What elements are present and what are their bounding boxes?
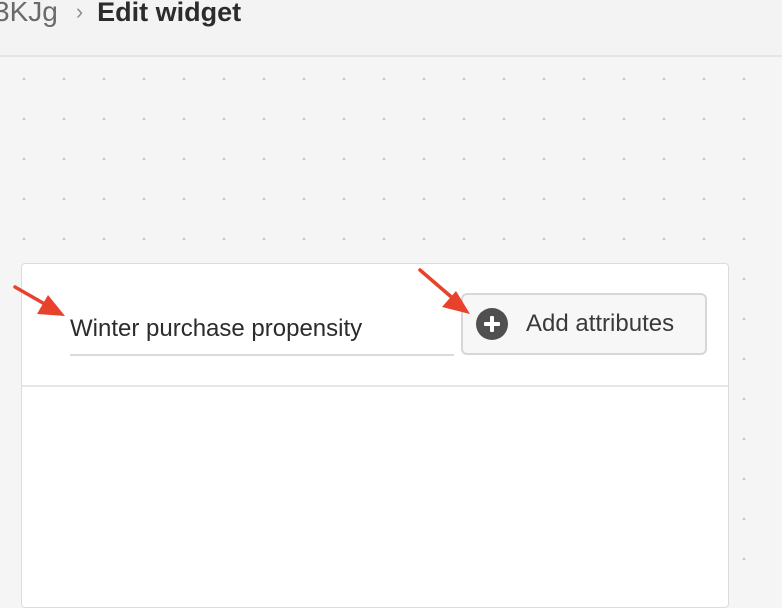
widget-card: Winter purchase propensity Add attribute… bbox=[21, 263, 729, 608]
widget-card-header: Winter purchase propensity Add attribute… bbox=[22, 264, 728, 387]
add-attributes-button[interactable]: Add attributes bbox=[461, 293, 707, 355]
page-header: 3KJg › Edit widget bbox=[0, 0, 782, 57]
plus-circle-icon bbox=[476, 308, 508, 340]
breadcrumb: 3KJg › Edit widget bbox=[0, 0, 241, 32]
chevron-right-icon: › bbox=[75, 0, 84, 24]
add-attributes-label: Add attributes bbox=[526, 310, 675, 337]
breadcrumb-parent-link[interactable]: 3KJg bbox=[0, 0, 58, 28]
widget-title-input[interactable]: Winter purchase propensity bbox=[70, 304, 454, 356]
page-title: Edit widget bbox=[97, 0, 242, 27]
